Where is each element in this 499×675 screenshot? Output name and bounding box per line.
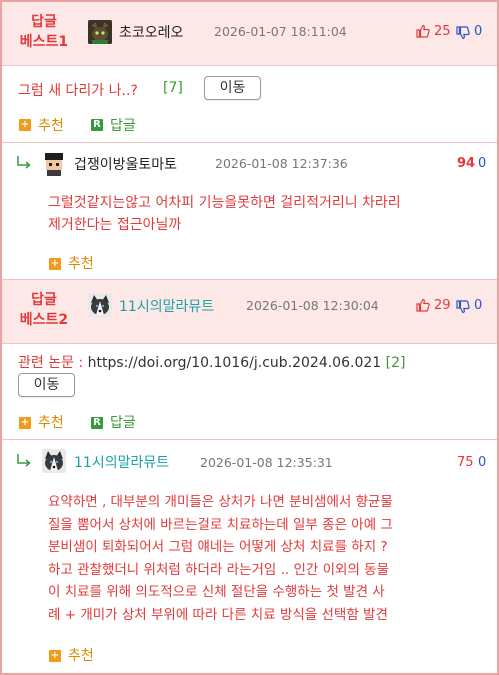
reply-line: 이 치료를 위해 의도적으로 신체 절단을 수행하는 첫 발견 사 xyxy=(48,584,385,600)
downvote-count: 0 xyxy=(478,455,487,470)
thumb-down-icon[interactable] xyxy=(456,300,470,314)
move-button[interactable]: 이동 xyxy=(204,76,261,100)
reply-line: 그럴것같지는않고 어차피 기능을못하면 걸리적거리니 차라리 xyxy=(48,195,401,211)
comment-date: 2026-01-08 12:35:31 xyxy=(200,455,333,470)
avatar[interactable] xyxy=(42,152,66,176)
r-icon: R xyxy=(91,119,103,131)
upvote-count: 25 xyxy=(434,24,451,39)
best-badge-line1: 답글 xyxy=(31,14,57,30)
best-badge-1: 답글 베스트1 xyxy=(12,12,76,52)
reply-text: 요약하면 , 대부분의 개미들은 상처가 나면 분비샘에서 향균물 질을 뿜어서… xyxy=(48,491,493,626)
downvote-count: 0 xyxy=(474,298,483,313)
nickname[interactable]: 11시의말라뮤트 xyxy=(119,296,214,316)
reply-line: 분비샘이 퇴화되어서 그럼 얘네는 어떻게 상처 치료를 하지 ? xyxy=(48,539,388,555)
r-icon: R xyxy=(91,417,103,429)
reply-line: 제거한다는 접근아닐까 xyxy=(48,217,182,233)
paper-link[interactable]: https://doi.org/10.1016/j.cub.2024.06.02… xyxy=(88,355,382,371)
nickname[interactable]: 겁쟁이방울토마토 xyxy=(74,154,177,174)
reply-text: 그럴것같지는않고 어차피 기능을못하면 걸리적거리니 차라리 제거한다는 접근아… xyxy=(48,192,488,236)
upvote-count: 94 xyxy=(457,156,476,171)
reply-arrow-icon xyxy=(17,454,31,467)
reply-count[interactable]: [7] xyxy=(163,80,183,96)
paper-line: 관련 논문 : https://doi.org/10.1016/j.cub.20… xyxy=(18,352,405,372)
reply-line: 질을 뿜어서 상처에 바르는걸로 치료하는데 일부 종은 아예 그 xyxy=(48,516,393,533)
plus-icon: + xyxy=(49,650,61,662)
nickname[interactable]: 초코오레오 xyxy=(119,22,183,42)
comment-date: 2026-01-07 18:11:04 xyxy=(214,24,347,39)
comment-date: 2026-01-08 12:37:36 xyxy=(215,156,348,171)
recommend-button[interactable]: 추천 xyxy=(68,645,94,665)
recommend-button[interactable]: 추천 xyxy=(38,412,64,432)
reply-button[interactable]: 답글 xyxy=(110,412,136,432)
best-badge-line1: 답글 xyxy=(31,292,57,308)
best-badge-line2: 베스트1 xyxy=(19,34,69,50)
plus-icon: + xyxy=(19,119,31,131)
best-badge-line2: 베스트2 xyxy=(19,312,69,328)
reply-arrow-icon xyxy=(17,156,31,169)
reply-line: 례 + 개미가 상처 부위에 따라 다른 치료 방식을 선택함 발견 xyxy=(48,606,388,623)
recommend-button[interactable]: 추천 xyxy=(68,253,94,273)
upvote-count: 29 xyxy=(434,298,451,313)
thumb-up-icon[interactable] xyxy=(416,24,430,38)
thumb-down-icon[interactable] xyxy=(456,26,470,40)
avatar[interactable] xyxy=(42,449,66,473)
reply-line: 요약하면 , 대부분의 개미들은 상처가 나면 분비샘에서 향균물 xyxy=(48,494,393,510)
reply-line: 하고 관찰했더니 위처럼 하더라 라는거임 .. 인간 이외의 동물 xyxy=(48,561,389,578)
paper-label: 관련 논문 : xyxy=(18,355,84,371)
avatar[interactable] xyxy=(88,293,112,317)
thumb-up-icon[interactable] xyxy=(416,298,430,312)
reply-button[interactable]: 답글 xyxy=(110,115,136,135)
downvote-count: 0 xyxy=(478,156,487,171)
reply-count[interactable]: [2] xyxy=(386,355,406,371)
best-badge-2: 답글 베스트2 xyxy=(12,290,76,330)
plus-icon: + xyxy=(49,258,61,270)
upvote-count: 75 xyxy=(457,455,474,470)
avatar[interactable] xyxy=(88,20,112,44)
downvote-count: 0 xyxy=(474,24,483,39)
divider xyxy=(2,142,497,143)
comment-text: 그럼 새 다리가 나..? xyxy=(18,83,138,99)
comment-date: 2026-01-08 12:30:04 xyxy=(246,298,379,313)
move-button[interactable]: 이동 xyxy=(18,373,75,397)
plus-icon: + xyxy=(19,417,31,429)
divider xyxy=(2,439,497,440)
nickname[interactable]: 11시의말라뮤트 xyxy=(74,452,169,472)
recommend-button[interactable]: 추천 xyxy=(38,115,64,135)
